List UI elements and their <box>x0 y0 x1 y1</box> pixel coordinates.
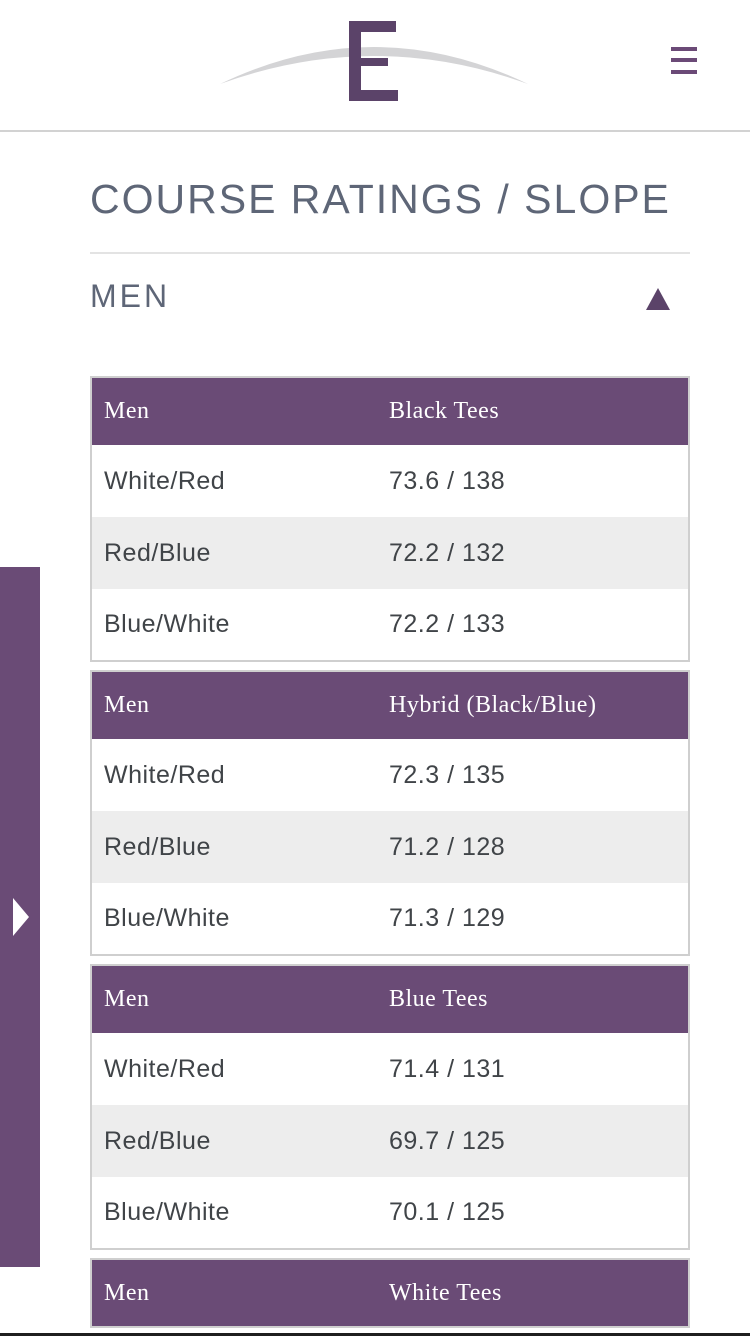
men-section-toggle[interactable]: MEN <box>90 278 690 318</box>
table-header-row: Men White Tees <box>91 1259 689 1327</box>
column-header-gender: Men <box>91 671 377 739</box>
table-header-row: Men Hybrid (Black/Blue) <box>91 671 689 739</box>
column-header-tees: White Tees <box>377 1259 689 1327</box>
ratings-table: Men Blue Tees White/Red 71.4 / 131 Red/Blue 6… <box>90 964 690 1250</box>
table-row: Blue/White 72.2 / 133 <box>91 589 689 661</box>
table-row: Red/Blue 71.2 / 128 <box>91 811 689 883</box>
table-row: Red/Blue 72.2 / 132 <box>91 517 689 589</box>
triangle-right-icon <box>13 898 29 936</box>
ratings-table: Men Black Tees White/Red 73.6 / 138 Red/Blue… <box>90 376 690 662</box>
table-header-row: Men Blue Tees <box>91 965 689 1033</box>
tee-combination-cell: Red/Blue <box>91 811 377 883</box>
tee-combination-cell: Red/Blue <box>91 1105 377 1177</box>
column-header-gender: Men <box>91 965 377 1033</box>
rating-slope-cell: 69.7 / 125 <box>377 1105 689 1177</box>
rating-slope-cell: 72.2 / 132 <box>377 517 689 589</box>
table-row: White/Red 72.3 / 135 <box>91 739 689 811</box>
table-row: White/Red 73.6 / 138 <box>91 445 689 517</box>
triangle-up-icon[interactable] <box>646 288 670 310</box>
tee-combination-cell: White/Red <box>104 1054 226 1083</box>
rating-slope-cell: 71.2 / 128 <box>377 811 689 883</box>
page-title: COURSE RATINGS / SLOPE <box>90 176 671 222</box>
table-row: Red/Blue 69.7 / 125 <box>91 1105 689 1177</box>
club-logo-icon[interactable] <box>218 18 530 106</box>
table-row: Blue/White 71.3 / 129 <box>91 883 689 955</box>
column-header-gender: Men <box>91 377 377 445</box>
rating-slope-cell: 72.3 / 135 <box>389 760 506 789</box>
table-row: White/Red 71.4 / 131 <box>91 1033 689 1105</box>
rating-slope-cell: 73.6 / 138 <box>389 466 506 495</box>
title-divider <box>90 252 690 254</box>
column-header-tees: Hybrid (Black/Blue) <box>377 671 689 739</box>
rating-slope-cell: 72.2 / 133 <box>389 610 506 638</box>
ratings-table: Men White Tees <box>90 1258 690 1328</box>
table-row: Blue/White 70.1 / 125 <box>91 1177 689 1249</box>
tee-combination-cell: Blue/White <box>104 610 230 638</box>
tee-combination-cell: White/Red <box>104 760 226 789</box>
column-header-gender: Men <box>91 1259 377 1327</box>
hamburger-menu-icon[interactable] <box>668 44 702 78</box>
side-drawer-tab[interactable] <box>0 567 40 1267</box>
column-header-tees: Blue Tees <box>377 965 689 1033</box>
ratings-table: Men Hybrid (Black/Blue) White/Red 72.3 / 13… <box>90 670 690 956</box>
rating-slope-cell: 71.3 / 129 <box>389 904 506 932</box>
site-header <box>0 0 750 132</box>
column-header-tees: Black Tees <box>377 377 689 445</box>
tee-combination-cell: Blue/White <box>104 904 230 932</box>
section-label: MEN <box>90 278 171 314</box>
rating-slope-cell: 71.4 / 131 <box>389 1054 506 1083</box>
ratings-tables: Men Black Tees White/Red 73.6 / 138 Red/Blue… <box>90 376 690 1336</box>
rating-slope-cell: 70.1 / 125 <box>389 1198 506 1226</box>
table-header-row: Men Black Tees <box>91 377 689 445</box>
tee-combination-cell: Blue/White <box>104 1198 230 1226</box>
tee-combination-cell: White/Red <box>104 466 226 495</box>
tee-combination-cell: Red/Blue <box>91 517 377 589</box>
